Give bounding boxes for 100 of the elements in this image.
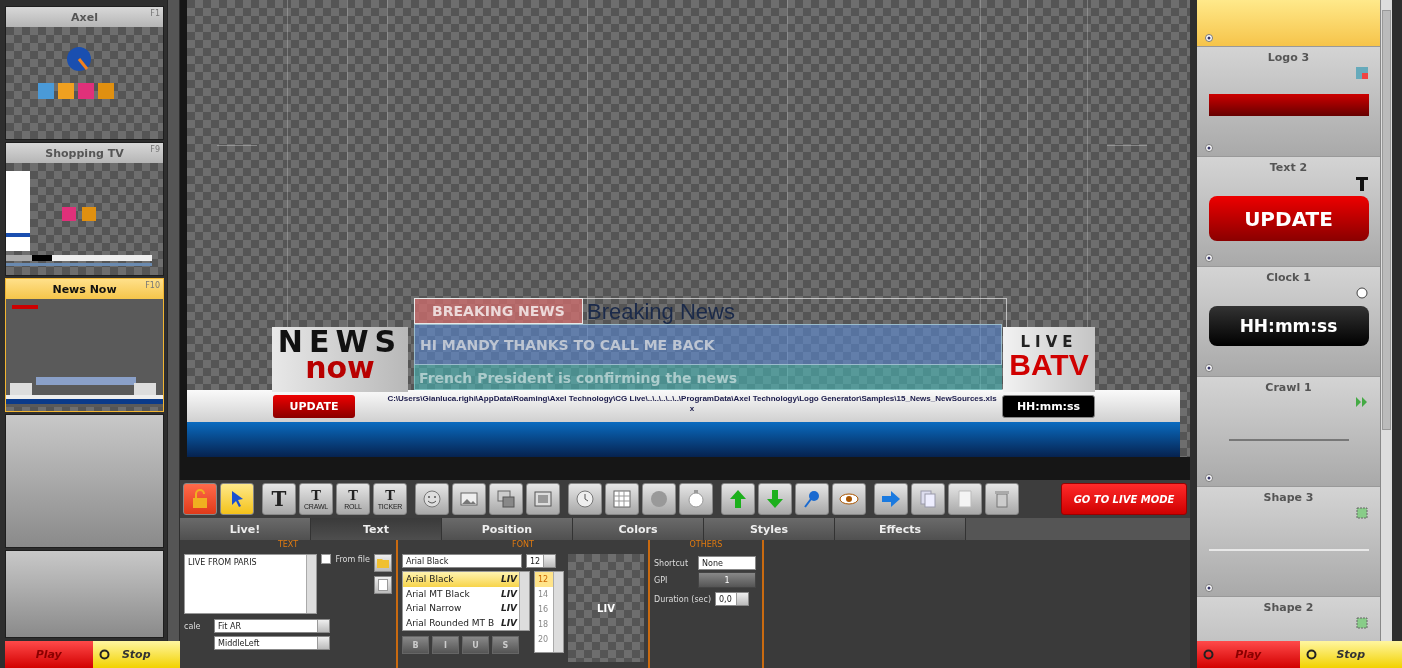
visibility-icon[interactable] (1205, 34, 1213, 42)
clock-icon (1356, 287, 1368, 299)
scene-title: Shopping TV (45, 146, 124, 160)
scene-card[interactable]: News Now F10 (5, 278, 164, 412)
tool-button[interactable] (721, 483, 755, 515)
layer-item[interactable]: Clock 1 HH:mm:ss (1197, 267, 1380, 377)
tab[interactable]: Styles (704, 518, 835, 540)
size-field[interactable]: 12 (526, 554, 556, 568)
shortcut-key: F10 (145, 281, 160, 290)
layer-item[interactable]: Text 2 UPDATE (1197, 157, 1380, 267)
arrow-down-icon (764, 488, 786, 510)
scene-card[interactable]: Axel F1 (5, 6, 164, 140)
scrollbar[interactable] (1380, 0, 1392, 641)
style-button[interactable]: I (432, 636, 459, 654)
copy-icon (917, 488, 939, 510)
size-item[interactable]: 16 (535, 602, 553, 617)
field-label: Duration (sec) (654, 594, 712, 604)
style-button[interactable]: S (492, 636, 519, 654)
gpi-button[interactable]: 1 (698, 572, 756, 588)
font-list[interactable]: Arial Black LIV Arial MT Black LIV Arial Narrow LIV Arial Rounded MT B LIV (402, 571, 530, 631)
double-arrow-icon (1356, 397, 1368, 407)
font-preview: LIV (568, 554, 644, 662)
tool-button[interactable] (452, 483, 486, 515)
scene-title: Axel (71, 10, 98, 24)
tool-button[interactable] (985, 483, 1019, 515)
arrow-right-icon (880, 488, 902, 510)
tool-button[interactable] (489, 483, 523, 515)
layer-item[interactable]: Crawl 1 (1197, 377, 1380, 487)
picture-frame-icon (532, 488, 554, 510)
tool-button[interactable] (605, 483, 639, 515)
tool-button[interactable] (795, 483, 829, 515)
stop-button[interactable]: Stop (92, 641, 180, 668)
channel-logo: LIVE BATV (1003, 327, 1095, 392)
scene-card[interactable] (5, 414, 164, 548)
tab[interactable]: Effects (835, 518, 966, 540)
scene-card[interactable]: Shopping TV F9 (5, 142, 164, 276)
layer-item[interactable]: Shape 2 (1197, 597, 1380, 641)
size-item[interactable]: 12 (535, 572, 553, 587)
record-icon (98, 649, 110, 660)
tool-button[interactable] (568, 483, 602, 515)
stopwatch-icon (685, 488, 707, 510)
tool-button[interactable] (183, 483, 217, 515)
text-icon (1356, 177, 1368, 191)
layer-title: Shape 2 (1263, 601, 1314, 614)
size-item[interactable]: 14 (535, 587, 553, 602)
shortcut-field[interactable]: None (698, 556, 756, 570)
checkbox[interactable] (321, 554, 332, 564)
alignment-dropdown[interactable]: MiddleLeft (214, 636, 330, 650)
font-item[interactable]: Arial MT Black LIV (403, 586, 519, 601)
font-item[interactable]: Arial Black LIV (403, 572, 519, 587)
visibility-icon[interactable] (1205, 364, 1213, 372)
live-mode-button[interactable]: GO TO LIVE MODE (1061, 483, 1187, 515)
shape-icon (1356, 507, 1368, 519)
layer-item[interactable]: Logo 3 (1197, 47, 1380, 157)
shortcut-key: F1 (150, 9, 160, 18)
font-field[interactable]: Arial Black (402, 554, 522, 568)
duration-field[interactable]: 0,0 (715, 592, 750, 606)
tool-button[interactable] (832, 483, 866, 515)
tool-button[interactable] (758, 483, 792, 515)
tab[interactable]: Position (442, 518, 573, 540)
tool-button[interactable] (642, 483, 676, 515)
scrollbar[interactable] (167, 0, 179, 641)
stop-button[interactable]: Stop (1299, 641, 1402, 668)
size-list[interactable]: 12 14 16 18 20 (534, 571, 564, 653)
tool-button[interactable] (948, 483, 982, 515)
tab[interactable]: Colors (573, 518, 704, 540)
scale-label: cale (184, 621, 202, 631)
image-icon (1356, 67, 1368, 79)
size-item[interactable]: 20 (535, 632, 553, 647)
tab[interactable]: Text (311, 518, 442, 540)
layer-item[interactable]: Shape 3 (1197, 487, 1380, 597)
section-heading: OTHERS (688, 540, 724, 551)
preview-canvas[interactable] (187, 0, 1190, 457)
visibility-icon[interactable] (1205, 584, 1213, 592)
edit-button[interactable] (374, 576, 392, 594)
tool-button[interactable] (911, 483, 945, 515)
scene-card[interactable] (5, 550, 164, 638)
layer-title: Crawl 1 (1265, 381, 1312, 394)
tool-button[interactable] (679, 483, 713, 515)
text-input[interactable]: LIVE FROM PARIS (184, 554, 318, 614)
scene-title: News Now (52, 282, 117, 296)
scale-dropdown[interactable]: Fit AR (214, 619, 330, 633)
tool-button[interactable] (415, 483, 449, 515)
visibility-icon[interactable] (1205, 474, 1213, 482)
style-button[interactable]: B (402, 636, 429, 654)
visibility-icon[interactable] (1205, 144, 1213, 152)
layer-title: Clock 1 (1266, 271, 1311, 284)
folder-button[interactable] (374, 554, 392, 572)
tool-button[interactable] (874, 483, 908, 515)
document-icon (378, 579, 388, 591)
visibility-icon[interactable] (1205, 254, 1213, 262)
tab[interactable]: Live! (180, 518, 311, 540)
tool-button[interactable]: T (262, 483, 296, 515)
update-tag: UPDATE (273, 395, 355, 418)
tool-button[interactable] (220, 483, 254, 515)
tool-button[interactable] (526, 483, 560, 515)
style-button[interactable]: U (462, 636, 489, 654)
size-item[interactable]: 18 (535, 617, 553, 632)
font-item[interactable]: Arial Narrow LIV (403, 601, 519, 616)
font-item[interactable]: Arial Rounded MT B LIV (403, 615, 519, 630)
